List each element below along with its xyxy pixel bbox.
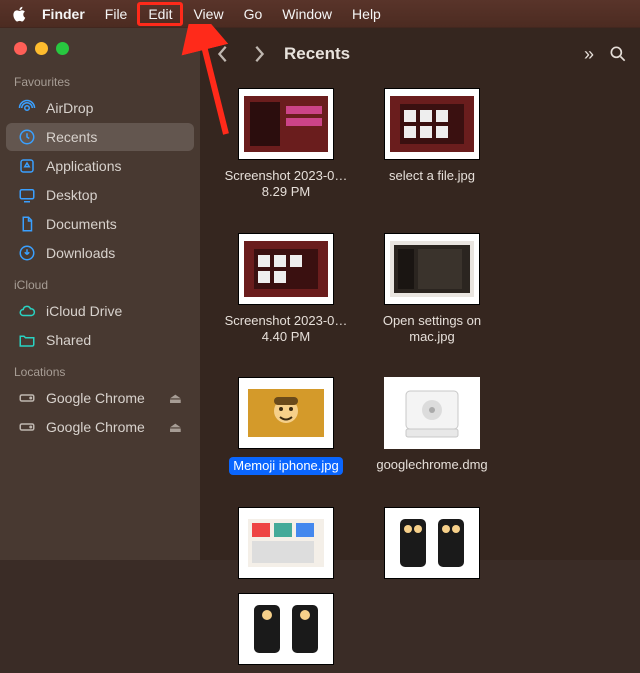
sidebar-item-label: AirDrop	[46, 100, 93, 116]
folder-icon	[18, 331, 36, 349]
sidebar-item-label: Shared	[46, 332, 91, 348]
sidebar-item-downloads[interactable]: Downloads	[6, 239, 194, 267]
download-icon	[18, 244, 36, 262]
sidebar-section-favourites: Favourites	[0, 65, 200, 93]
file-thumbnail	[238, 233, 334, 305]
menubar: Finder File Edit View Go Window Help	[0, 0, 640, 28]
file-thumbnail	[238, 507, 334, 579]
sidebar-item-label: Documents	[46, 216, 117, 232]
menubar-item-help[interactable]: Help	[342, 2, 391, 26]
minimize-button[interactable]	[35, 42, 48, 55]
sidebar-section-icloud: iCloud	[0, 268, 200, 296]
menubar-item-edit[interactable]: Edit	[137, 2, 183, 26]
sidebar: Favourites AirDrop Recents Applications …	[0, 28, 200, 560]
menubar-app-name[interactable]: Finder	[32, 2, 95, 26]
apps-icon	[18, 157, 36, 175]
file-item[interactable]: Memoji iphone.jpg	[222, 377, 350, 475]
file-name: googlechrome.dmg	[376, 457, 487, 473]
sidebar-item-recents[interactable]: Recents	[6, 123, 194, 151]
sidebar-item-documents[interactable]: Documents	[6, 210, 194, 238]
disk-icon	[18, 418, 36, 436]
sidebar-item-label: Desktop	[46, 187, 97, 203]
close-button[interactable]	[14, 42, 27, 55]
desktop-icon	[18, 186, 36, 204]
sidebar-item-location[interactable]: Google Chrome ⏏	[6, 384, 194, 412]
disk-icon	[18, 389, 36, 407]
file-item[interactable]: select a file.jpg	[368, 88, 496, 201]
file-item[interactable]	[222, 593, 350, 673]
file-grid: Screenshot 2023-0…8.29 PM select a file.…	[200, 80, 640, 673]
apple-menu-icon[interactable]	[12, 6, 28, 22]
sidebar-item-label: Downloads	[46, 245, 115, 261]
file-item[interactable]: googlechrome.dmg	[368, 377, 496, 475]
file-name: Screenshot 2023-0…4.40 PM	[222, 313, 350, 346]
airdrop-icon	[18, 99, 36, 117]
cloud-icon	[18, 302, 36, 320]
file-name: Memoji iphone.jpg	[229, 457, 343, 475]
sidebar-item-label: Recents	[46, 129, 97, 145]
eject-icon[interactable]: ⏏	[169, 419, 182, 436]
file-name: select a file.jpg	[389, 168, 475, 184]
eject-icon[interactable]: ⏏	[169, 390, 182, 407]
file-thumbnail	[384, 377, 480, 449]
clock-icon	[18, 128, 36, 146]
file-thumbnail	[384, 507, 480, 579]
document-icon	[18, 215, 36, 233]
sidebar-item-label: Google Chrome	[46, 419, 145, 435]
back-button[interactable]	[212, 41, 234, 67]
menubar-item-file[interactable]: File	[95, 2, 138, 26]
sidebar-section-locations: Locations	[0, 355, 200, 383]
file-thumbnail	[384, 88, 480, 160]
search-icon[interactable]	[608, 44, 628, 64]
window-title: Recents	[284, 44, 350, 64]
file-name: Open settings on mac.jpg	[368, 313, 496, 346]
file-item[interactable]: Screenshot 2023-0…8.29 PM	[222, 88, 350, 201]
sidebar-item-label: Applications	[46, 158, 122, 174]
content-area: Recents » Screenshot 2023-0…8.29 PM sele…	[200, 28, 640, 560]
file-name: Screenshot 2023-0…8.29 PM	[222, 168, 350, 201]
file-item[interactable]: Open settings on mac.jpg	[368, 233, 496, 346]
sidebar-item-shared[interactable]: Shared	[6, 326, 194, 354]
window-controls	[0, 28, 200, 65]
toolbar: Recents »	[200, 28, 640, 80]
menubar-item-view[interactable]: View	[183, 2, 233, 26]
file-item[interactable]	[222, 507, 350, 587]
file-thumbnail	[384, 233, 480, 305]
menubar-item-go[interactable]: Go	[234, 2, 273, 26]
file-item[interactable]	[368, 507, 496, 587]
toolbar-more-button[interactable]: »	[584, 44, 594, 65]
sidebar-item-airdrop[interactable]: AirDrop	[6, 94, 194, 122]
forward-button[interactable]	[248, 41, 270, 67]
file-thumbnail	[238, 88, 334, 160]
menubar-item-window[interactable]: Window	[272, 2, 342, 26]
sidebar-item-label: Google Chrome	[46, 390, 145, 406]
sidebar-item-label: iCloud Drive	[46, 303, 122, 319]
file-item[interactable]: Screenshot 2023-0…4.40 PM	[222, 233, 350, 346]
sidebar-item-location[interactable]: Google Chrome ⏏	[6, 413, 194, 441]
file-thumbnail	[238, 377, 334, 449]
sidebar-item-applications[interactable]: Applications	[6, 152, 194, 180]
zoom-button[interactable]	[56, 42, 69, 55]
file-thumbnail	[238, 593, 334, 665]
sidebar-item-icloud-drive[interactable]: iCloud Drive	[6, 297, 194, 325]
sidebar-item-desktop[interactable]: Desktop	[6, 181, 194, 209]
